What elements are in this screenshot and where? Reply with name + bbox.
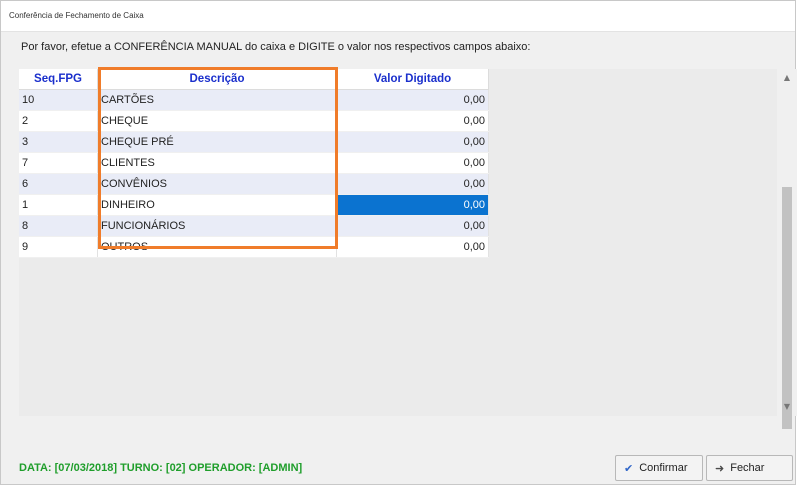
cell-seq[interactable]: 6 <box>19 173 98 195</box>
column-header-seq[interactable]: Seq.FPG <box>19 69 98 90</box>
cell-value[interactable]: 0,00 <box>336 131 489 153</box>
cell-value[interactable]: 0,00 <box>336 215 489 237</box>
cell-description[interactable]: CONVÊNIOS <box>97 173 337 195</box>
cell-description[interactable]: DINHEIRO <box>97 194 337 216</box>
table-row[interactable]: 10 CARTÕES 0,00 <box>19 89 489 111</box>
cell-description[interactable]: CHEQUE PRÉ <box>97 131 337 153</box>
column-header-value[interactable]: Valor Digitado <box>336 69 489 90</box>
scroll-thumb[interactable] <box>782 187 792 429</box>
column-header-description[interactable]: Descrição <box>97 69 337 90</box>
cell-value[interactable]: 0,00 <box>336 236 489 258</box>
cell-value-selected[interactable]: 0,00 <box>336 194 489 216</box>
chevron-down-icon[interactable]: ▼ <box>777 398 797 416</box>
cell-seq[interactable]: 9 <box>19 236 98 258</box>
cell-seq[interactable]: 10 <box>19 89 98 111</box>
cell-seq[interactable]: 2 <box>19 110 98 132</box>
cell-description[interactable]: FUNCIONÁRIOS <box>97 215 337 237</box>
cell-value[interactable]: 0,00 <box>336 89 489 111</box>
status-info: DATA: [07/03/2018] TURNO: [02] OPERADOR:… <box>19 462 303 474</box>
cell-value[interactable]: 0,00 <box>336 173 489 195</box>
table-row[interactable]: 3 CHEQUE PRÉ 0,00 <box>19 131 489 153</box>
vertical-scrollbar[interactable]: ▲ ▼ <box>777 69 797 429</box>
table-row[interactable]: 2 CHEQUE 0,00 <box>19 110 489 132</box>
confirm-label: Confirmar <box>639 462 688 474</box>
cell-value[interactable]: 0,00 <box>336 152 489 174</box>
table-row[interactable]: 7 CLIENTES 0,00 <box>19 152 489 174</box>
exit-icon: ➜ <box>715 462 725 475</box>
cell-description[interactable]: CLIENTES <box>97 152 337 174</box>
close-label: Fechar <box>730 462 765 474</box>
payment-grid-area: Seq.FPG Descrição Valor Digitado 10 CART… <box>19 69 797 416</box>
table-row[interactable]: 8 FUNCIONÁRIOS 0,00 <box>19 215 489 237</box>
window-title: Conferência de Fechamento de Caixa <box>9 11 144 20</box>
chevron-up-icon[interactable]: ▲ <box>777 69 797 87</box>
cell-description[interactable]: OUTROS <box>97 236 337 258</box>
cell-seq[interactable]: 1 <box>19 194 98 216</box>
cell-seq[interactable]: 8 <box>19 215 98 237</box>
cell-seq[interactable]: 3 <box>19 131 98 153</box>
table-row[interactable]: 6 CONVÊNIOS 0,00 <box>19 173 489 195</box>
dialog-window: Conferência de Fechamento de Caixa Por f… <box>0 0 797 485</box>
cell-seq[interactable]: 7 <box>19 152 98 174</box>
confirm-icon: ✔ <box>624 462 634 475</box>
cell-description[interactable]: CARTÕES <box>97 89 337 111</box>
table-row[interactable]: 1 DINHEIRO 0,00 <box>19 194 489 216</box>
title-bar: Conferência de Fechamento de Caixa <box>1 1 795 32</box>
confirm-button[interactable]: ✔ Confirmar <box>615 455 703 481</box>
payment-grid: Seq.FPG Descrição Valor Digitado 10 CART… <box>19 69 489 258</box>
cell-value[interactable]: 0,00 <box>336 110 489 132</box>
cell-description[interactable]: CHEQUE <box>97 110 337 132</box>
close-button[interactable]: ➜ Fechar <box>706 455 793 481</box>
instruction-text: Por favor, efetue a CONFERÊNCIA MANUAL d… <box>21 41 531 53</box>
table-row[interactable]: 9 OUTROS 0,00 <box>19 236 489 258</box>
